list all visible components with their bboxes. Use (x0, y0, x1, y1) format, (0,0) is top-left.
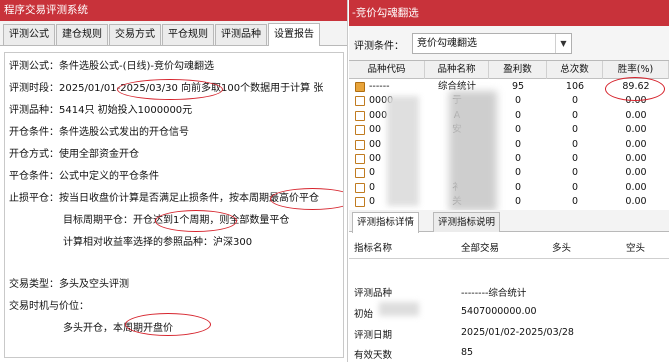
detail-row-value: 85 (461, 347, 474, 358)
highlight-circle (605, 77, 665, 101)
redacted-area (387, 96, 419, 206)
detail-row-value: 5407000000.00 (461, 306, 537, 317)
col-header[interactable]: 盈利数 (489, 61, 547, 79)
col-header[interactable]: 总次数 (547, 61, 603, 79)
col-header[interactable]: 品种代码 (349, 61, 425, 79)
report-line: 交易时机与价位： (9, 301, 89, 312)
detail-row-label: 有效天数 (354, 350, 393, 361)
report-line: 评测公式：条件选股公式-(日线)-竞价勾魂翻选 (9, 61, 215, 72)
highlight-circle (125, 313, 211, 336)
highlight-circle (117, 79, 223, 100)
condition-select[interactable]: 竞价勾魂翻选 ▼ (412, 33, 572, 54)
results-table: 品种代码 品种名称 盈利数 总次数 胜率(%) ------ 综合统计 95 106 8… (349, 60, 669, 211)
report-line: 交易类型：多头及空头评测 (9, 279, 129, 290)
tab-close-rules[interactable]: 平仓规则 (162, 24, 214, 45)
detail-row-label: 初始 (354, 309, 374, 320)
detail-col-header: 指标名称 (354, 243, 393, 254)
condition-label: 评测条件： (354, 41, 404, 52)
tab-formula[interactable]: 评测公式 (3, 24, 55, 45)
backtest-report-window: 程序交易评测系统 评测公式 建仓规则 交易方式 平仓规则 评测品种 设置报告 评… (0, 0, 348, 362)
report-line: 开仓条件：条件选股公式发出的开仓信号 (9, 127, 189, 138)
tab-metric-description[interactable]: 评测指标说明 (433, 212, 501, 232)
detail-row-value: 2025/01/02-2025/03/28 (461, 327, 574, 338)
report-line: 开仓方式：使用全部资金开仓 (9, 149, 139, 160)
tab-metric-details[interactable]: 评测指标详情 (352, 212, 420, 233)
table-header: 品种代码 品种名称 盈利数 总次数 胜率(%) (349, 61, 669, 79)
col-header[interactable]: 品种名称 (425, 61, 489, 79)
condition-row: 评测条件： 竞价勾魂翻选 ▼ (349, 26, 669, 60)
detail-col-header: 全部交易 (461, 243, 500, 254)
report-line: 评测品种：5414只 初始投入1000000元 (9, 105, 193, 116)
report-panel: 评测公式：条件选股公式-(日线)-竞价勾魂翻选 评测时段：2025/01/01-… (4, 52, 344, 358)
report-line: 计算相对收益率选择的参照品种：沪深300 (63, 237, 253, 248)
detail-col-header: 空头 (626, 243, 646, 254)
tab-trade-mode[interactable]: 交易方式 (109, 24, 161, 45)
results-window: -竞价勾魂翻选 评测条件： 竞价勾魂翻选 ▼ 品种代码 品种名称 盈利数 总次数… (349, 0, 669, 362)
detail-row-label: 评测日期 (354, 330, 393, 341)
window-title: 程序交易评测系统 (0, 0, 347, 21)
redacted-area (449, 91, 497, 211)
tab-open-rules[interactable]: 建仓规则 (56, 24, 108, 45)
tab-instruments[interactable]: 评测品种 (215, 24, 267, 45)
window-title: -竞价勾魂翻选 (349, 0, 669, 26)
detail-row-value: --------综合统计 (461, 288, 527, 299)
highlight-circle (155, 210, 237, 232)
redacted-area (379, 302, 419, 316)
detail-col-header: 多头 (552, 243, 572, 254)
detail-header: 指标名称 全部交易 多头 空头 (349, 234, 669, 259)
detail-row-label: 评测品种 (354, 288, 393, 299)
chevron-down-icon[interactable]: ▼ (555, 34, 571, 53)
tab-bar: 评测公式 建仓规则 交易方式 平仓规则 评测品种 设置报告 (0, 21, 347, 46)
report-line: 平仓条件：公式中定义的平仓条件 (9, 171, 159, 182)
condition-value: 竞价勾魂翻选 (417, 38, 477, 49)
tab-report-settings[interactable]: 设置报告 (268, 23, 320, 46)
detail-tab-bar: 评测指标详情 评测指标说明 (349, 210, 669, 233)
highlight-circle (270, 188, 343, 210)
